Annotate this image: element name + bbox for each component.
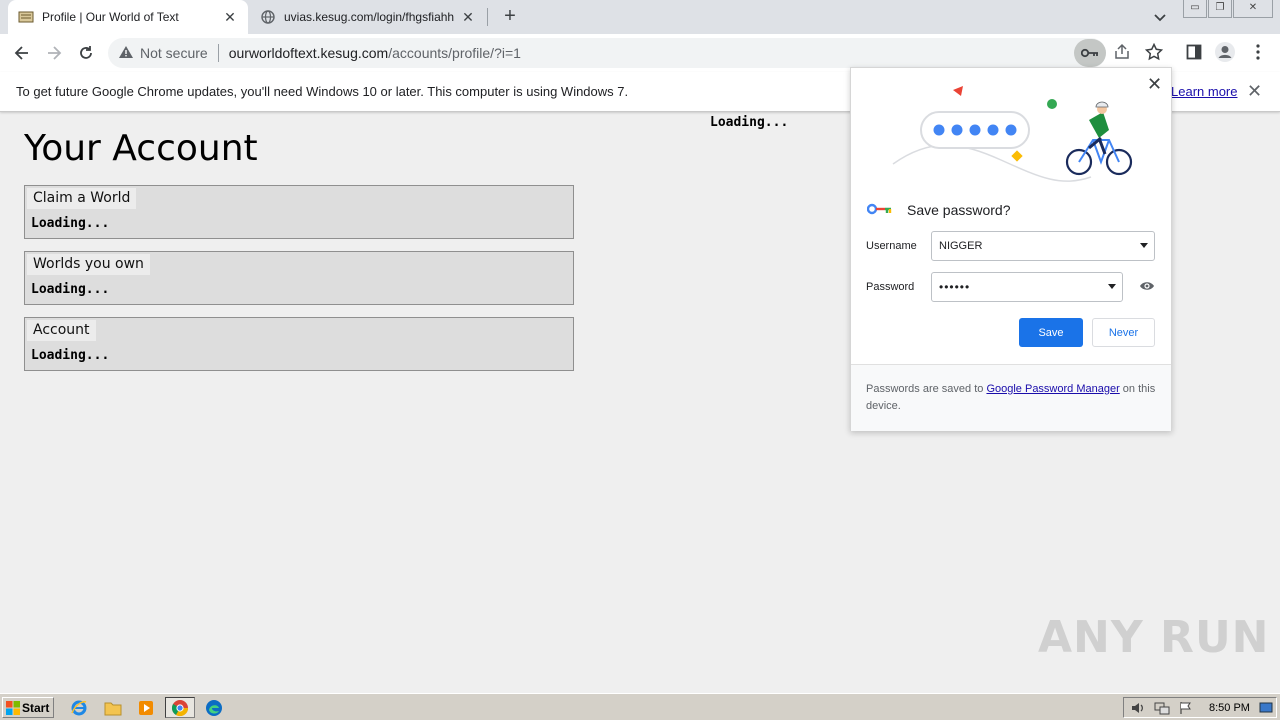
- save-password-bubble: ✕ Save password? Username NIGGER Passwor…: [850, 67, 1172, 431]
- save-button[interactable]: Save: [1019, 318, 1083, 347]
- tab-title: Profile | Our World of Text: [42, 10, 179, 24]
- new-tab-plus-icon[interactable]: +: [498, 5, 522, 29]
- password-key-icon: [866, 202, 893, 218]
- chevron-down-icon[interactable]: [1150, 7, 1170, 27]
- owot-favicon-icon: [18, 9, 34, 25]
- reload-icon[interactable]: [73, 40, 99, 66]
- bubble-footer: Passwords are saved to Google Password M…: [851, 364, 1171, 431]
- loading-indicator: Loading...: [710, 115, 789, 130]
- action-center-flag-icon[interactable]: [1179, 701, 1193, 718]
- taskbar-clock[interactable]: 8:50 PM: [1209, 702, 1250, 714]
- window-close-icon[interactable]: ✕: [1233, 0, 1273, 18]
- worlds-owned-panel: Worlds you own Loading...: [24, 251, 574, 305]
- panel-title: Worlds you own: [27, 254, 150, 275]
- forward-arrow-icon[interactable]: [41, 40, 67, 66]
- infobar-message: To get future Google Chrome updates, you…: [16, 84, 629, 99]
- network-icon[interactable]: [1154, 701, 1170, 718]
- eye-icon[interactable]: [1139, 280, 1155, 292]
- page-title: Your Account: [24, 128, 258, 169]
- tab-profile[interactable]: Profile | Our World of Text ✕: [8, 0, 248, 34]
- globe-icon: [260, 9, 276, 25]
- username-field[interactable]: NIGGER: [931, 231, 1155, 261]
- tab-divider: [487, 8, 488, 26]
- share-icon[interactable]: [1110, 40, 1134, 64]
- show-desktop-icon[interactable]: [1259, 701, 1273, 718]
- password-illustration: [892, 86, 1133, 182]
- back-arrow-icon[interactable]: [9, 40, 35, 66]
- edge-icon[interactable]: [202, 697, 226, 718]
- username-label: Username: [866, 240, 917, 252]
- caret-down-icon[interactable]: [1108, 284, 1116, 289]
- password-manager-link[interactable]: Google Password Manager: [986, 383, 1119, 395]
- bubble-header: Save password?: [866, 202, 1011, 218]
- panel-status: Loading...: [31, 282, 110, 297]
- url-host: ourworldoftext.kesug.com: [228, 45, 389, 61]
- windows-taskbar: Start 8:50 PM: [0, 693, 1280, 720]
- side-panel-icon[interactable]: [1182, 40, 1206, 64]
- address-bar[interactable]: Not secure ourworldoftext.kesug.com/acco…: [108, 38, 1106, 68]
- bubble-title: Save password?: [907, 202, 1011, 218]
- url-path: /accounts/profile/?i=1: [388, 45, 521, 61]
- panel-status: Loading...: [31, 216, 110, 231]
- tab-uvias[interactable]: uvias.kesug.com/login/fhgsfiahhhhh ✕: [250, 0, 486, 34]
- bookmark-star-icon[interactable]: [1142, 40, 1166, 64]
- restore-icon[interactable]: ❐: [1208, 0, 1232, 18]
- internet-explorer-icon[interactable]: [67, 697, 91, 718]
- start-button[interactable]: Start: [2, 697, 54, 718]
- panel-title: Account: [27, 320, 96, 341]
- bubble-close-icon[interactable]: ✕: [1147, 74, 1162, 95]
- anyrun-watermark: ANY RUN: [1038, 612, 1270, 663]
- not-secure-label[interactable]: Not secure: [140, 45, 208, 61]
- never-button[interactable]: Never: [1092, 318, 1155, 347]
- tab-close-icon[interactable]: ✕: [460, 9, 476, 25]
- password-field[interactable]: ••••••: [931, 272, 1123, 302]
- tab-strip: Profile | Our World of Text ✕ uvias.kesu…: [0, 0, 1280, 34]
- password-label: Password: [866, 281, 915, 293]
- claim-world-panel: Claim a World Loading...: [24, 185, 574, 239]
- minimize-icon[interactable]: ▭: [1183, 0, 1207, 18]
- panel-status: Loading...: [31, 348, 110, 363]
- chrome-icon[interactable]: [165, 697, 195, 718]
- windows-logo-icon: [6, 700, 20, 715]
- tab-close-icon[interactable]: ✕: [222, 9, 238, 25]
- system-tray: 8:50 PM: [1123, 697, 1277, 718]
- tab-title: uvias.kesug.com/login/fhgsfiahhhhh: [284, 10, 454, 24]
- username-value: NIGGER: [939, 240, 983, 252]
- panel-title: Claim a World: [27, 188, 137, 209]
- infobar-close-icon[interactable]: ✕: [1247, 81, 1262, 102]
- learn-more-link[interactable]: Learn more: [1171, 84, 1237, 99]
- footer-text-prefix: Passwords are saved to: [866, 383, 987, 395]
- caret-down-icon[interactable]: [1140, 243, 1148, 248]
- account-panel: Account Loading...: [24, 317, 574, 371]
- media-player-icon[interactable]: [134, 697, 158, 718]
- key-icon[interactable]: [1074, 39, 1106, 67]
- warning-triangle-icon[interactable]: [118, 45, 134, 62]
- volume-icon[interactable]: [1130, 701, 1146, 718]
- menu-kebab-icon[interactable]: [1246, 40, 1270, 64]
- file-explorer-icon[interactable]: [101, 697, 125, 718]
- profile-avatar-icon[interactable]: [1213, 40, 1237, 64]
- password-value: ••••••: [939, 280, 971, 294]
- omnibox-divider: [217, 44, 219, 62]
- start-label: Start: [22, 700, 50, 715]
